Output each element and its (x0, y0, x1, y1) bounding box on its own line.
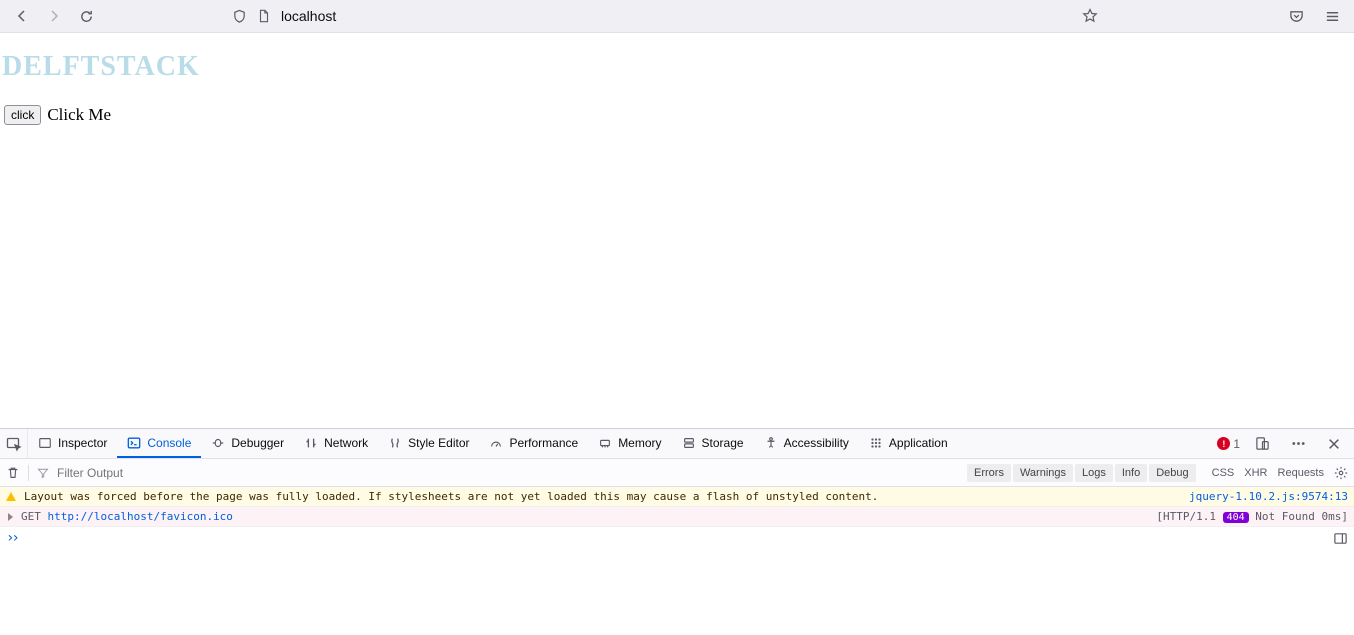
close-icon[interactable] (1320, 430, 1348, 458)
tab-label: Application (889, 436, 948, 450)
expand-icon[interactable] (8, 513, 13, 521)
tab-debugger[interactable]: Debugger (201, 429, 294, 458)
clear-icon[interactable] (6, 466, 20, 480)
memory-icon (598, 436, 612, 450)
responsive-icon[interactable] (1248, 430, 1276, 458)
style-icon (388, 436, 402, 450)
err-method: GET (21, 510, 41, 523)
opt-xhr[interactable]: XHR (1244, 467, 1267, 479)
tab-label: Inspector (58, 436, 107, 450)
tab-label: Storage (702, 436, 744, 450)
accessibility-icon (764, 436, 778, 450)
log-error-row[interactable]: GET http://localhost/favicon.ico [HTTP/1… (0, 507, 1354, 527)
tab-label: Console (147, 436, 191, 450)
shield-icon (232, 9, 247, 24)
warning-icon (6, 492, 16, 501)
log-message: Layout was forced before the page was fu… (24, 490, 1181, 503)
chip-warnings[interactable]: Warnings (1013, 464, 1073, 482)
page-content: DELFTSTACK click Click Me (0, 33, 1354, 428)
filter-icon (37, 467, 49, 479)
console-icon (127, 436, 141, 450)
tab-label: Network (324, 436, 368, 450)
devtools-tabs: Inspector Console Debugger Network Style… (0, 429, 1354, 459)
console-input-row[interactable]: ›› (0, 527, 1354, 549)
console-filterbar: Errors Warnings Logs Info Debug CSS XHR … (0, 459, 1354, 487)
application-icon (869, 436, 883, 450)
devtools: Inspector Console Debugger Network Style… (0, 428, 1354, 549)
more-icon[interactable] (1284, 430, 1312, 458)
browser-toolbar: localhost (0, 0, 1354, 33)
tab-performance[interactable]: Performance (479, 429, 588, 458)
http-proto: [HTTP/1.1 (1156, 510, 1216, 523)
tab-memory[interactable]: Memory (588, 429, 671, 458)
back-button[interactable] (8, 2, 36, 30)
pocket-icon[interactable] (1282, 2, 1310, 30)
err-url[interactable]: http://localhost/favicon.ico (48, 510, 233, 523)
button-label: Click Me (47, 105, 111, 125)
opt-css[interactable]: CSS (1212, 467, 1235, 479)
page-heading: DELFTSTACK (2, 51, 1354, 83)
forward-button[interactable] (40, 2, 68, 30)
address-bar[interactable]: localhost (224, 2, 1106, 30)
tab-style-editor[interactable]: Style Editor (378, 429, 479, 458)
storage-icon (682, 436, 696, 450)
log-status: [HTTP/1.1 404 Not Found 0ms] (1156, 510, 1348, 523)
chip-logs[interactable]: Logs (1075, 464, 1113, 482)
tab-inspector[interactable]: Inspector (28, 429, 117, 458)
tab-label: Debugger (231, 436, 284, 450)
tab-accessibility[interactable]: Accessibility (754, 429, 859, 458)
console-log-area: Layout was forced before the page was fu… (0, 487, 1354, 549)
bookmark-star-icon[interactable] (1082, 8, 1098, 24)
tab-label: Performance (509, 436, 578, 450)
sidebar-toggle-icon[interactable] (1333, 531, 1348, 546)
error-count-badge[interactable]: ! 1 (1217, 437, 1240, 451)
tab-label: Memory (618, 436, 661, 450)
tab-application[interactable]: Application (859, 429, 958, 458)
network-icon (304, 436, 318, 450)
reload-button[interactable] (72, 2, 100, 30)
chip-info[interactable]: Info (1115, 464, 1147, 482)
chip-errors[interactable]: Errors (967, 464, 1011, 482)
menu-icon[interactable] (1318, 2, 1346, 30)
performance-icon (489, 436, 503, 450)
tab-storage[interactable]: Storage (672, 429, 754, 458)
http-status-text: Not Found 0ms] (1255, 510, 1348, 523)
prompt-icon: ›› (6, 530, 17, 546)
tab-network[interactable]: Network (294, 429, 378, 458)
error-icon: ! (1217, 437, 1230, 450)
page-icon (257, 9, 271, 23)
element-picker-icon[interactable] (0, 429, 28, 458)
log-warning-row[interactable]: Layout was forced before the page was fu… (0, 487, 1354, 507)
tab-console[interactable]: Console (117, 429, 201, 458)
chip-debug[interactable]: Debug (1149, 464, 1195, 482)
url-text: localhost (281, 8, 336, 24)
log-source[interactable]: jquery-1.10.2.js:9574:13 (1189, 490, 1348, 503)
settings-icon[interactable] (1334, 466, 1348, 480)
toolbar-right (1280, 2, 1346, 30)
tab-label: Accessibility (784, 436, 849, 450)
inspector-icon (38, 436, 52, 450)
click-button[interactable]: click (4, 105, 41, 125)
http-code: 404 (1223, 512, 1249, 523)
filter-input[interactable] (57, 466, 959, 480)
debugger-icon (211, 436, 225, 450)
error-count: 1 (1233, 437, 1240, 451)
tab-label: Style Editor (408, 436, 469, 450)
opt-requests[interactable]: Requests (1278, 467, 1324, 479)
log-message: GET http://localhost/favicon.ico (21, 510, 1148, 523)
